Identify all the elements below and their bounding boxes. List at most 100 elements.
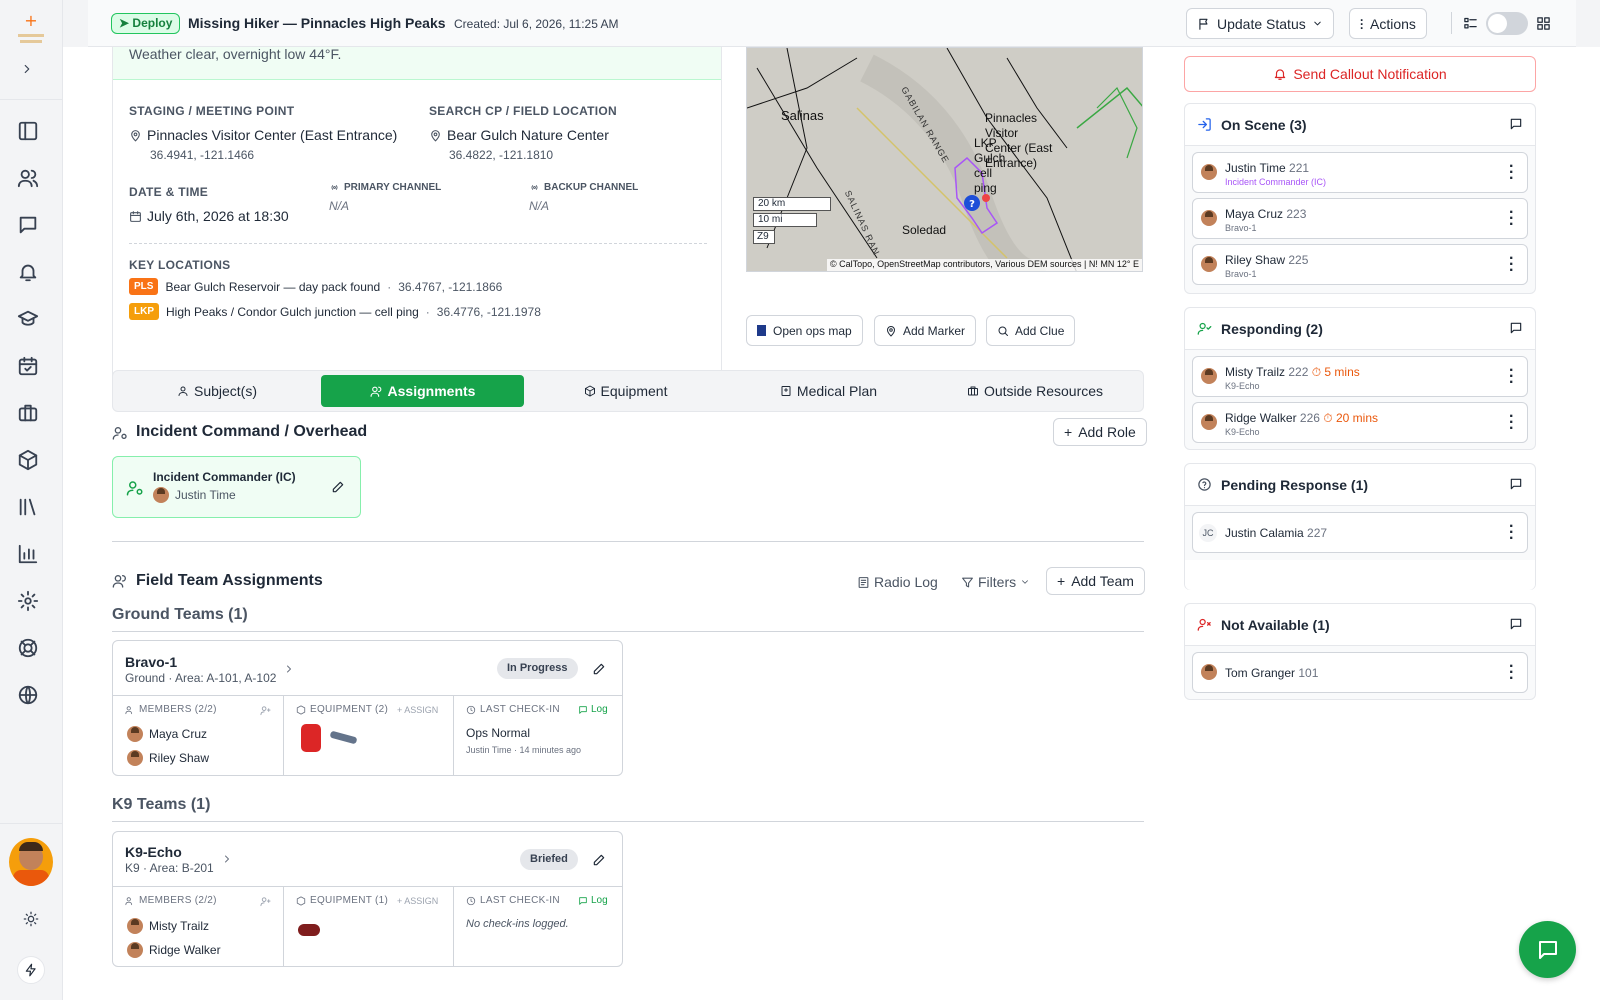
tab-assignments[interactable]: Assignments <box>321 375 524 407</box>
clock-icon <box>466 896 476 905</box>
chat-icon[interactable] <box>17 214 43 240</box>
user-icon <box>178 386 188 396</box>
more-icon[interactable]: · · · <box>1509 205 1514 233</box>
user-avatar[interactable] <box>9 838 53 886</box>
tab-outside-resources[interactable]: Outside Resources <box>930 375 1140 407</box>
bell-icon[interactable] <box>17 261 43 287</box>
list-item[interactable]: Misty Trailz 222 ⏱ 5 mins K9-Echo · · · <box>1192 356 1528 397</box>
grid-view-icon[interactable] <box>1536 16 1551 31</box>
log-button[interactable]: Log <box>578 895 608 906</box>
map-view[interactable]: ? Salinas GABILAN RANGE SALINAS RAN Pinn… <box>746 47 1143 272</box>
bar-chart-icon[interactable] <box>17 543 43 569</box>
more-icon[interactable]: · · · <box>1509 251 1514 279</box>
chat-icon[interactable] <box>1509 617 1523 631</box>
add-team-button[interactable]: + Add Team <box>1046 567 1145 595</box>
chevron-right-icon[interactable] <box>221 853 233 865</box>
filter-icon <box>962 577 973 587</box>
add-role-button[interactable]: + Add Role <box>1053 418 1147 446</box>
topbar: ➤ Deploy Missing Hiker — Pinnacles High … <box>88 0 1576 47</box>
team-member[interactable]: Riley Shaw <box>127 750 209 766</box>
key-location-lkp[interactable]: LKP High Peaks / Condor Gulch junction —… <box>129 303 541 320</box>
ground-teams-title: Ground Teams (1) <box>112 606 248 623</box>
deploy-badge[interactable]: ➤ Deploy <box>111 13 181 34</box>
list-item[interactable]: Maya Cruz 223 Bravo-1 · · · <box>1192 198 1528 239</box>
team-card-bravo-1[interactable]: Bravo-1 Ground · Area: A-101, A-102 In P… <box>112 640 623 776</box>
chat-icon[interactable] <box>1509 321 1523 335</box>
edit-icon[interactable] <box>592 662 606 676</box>
log-in-icon <box>1198 118 1211 131</box>
add-member-icon[interactable] <box>260 896 271 907</box>
globe-icon[interactable] <box>17 684 43 710</box>
map-label-salinas: Salinas <box>781 108 824 123</box>
users-icon[interactable] <box>17 167 43 193</box>
team-card-k9-echo[interactable]: K9-Echo K9 · Area: B-201 Briefed MEMBERS… <box>112 831 623 967</box>
assign-equipment-link[interactable]: + ASSIGN <box>397 896 438 906</box>
radio-handset-icon[interactable] <box>329 730 358 745</box>
page-title: Missing Hiker — Pinnacles High Peaks <box>188 15 446 31</box>
list-item[interactable]: Tom Granger 101 · · · <box>1192 652 1528 693</box>
log-button[interactable]: Log <box>578 704 608 715</box>
more-icon[interactable]: · · · <box>1509 519 1514 547</box>
more-icon[interactable]: · · · <box>1509 159 1514 187</box>
briefcase-icon[interactable] <box>17 402 43 428</box>
actions-button[interactable]: · · · Actions <box>1349 8 1427 39</box>
calendar-check-icon[interactable] <box>17 355 43 381</box>
sidebar-panel-icon[interactable] <box>17 120 43 146</box>
chevron-down-icon <box>1314 21 1321 26</box>
users-icon <box>112 575 126 588</box>
view-toggle[interactable] <box>1486 12 1528 35</box>
list-item[interactable]: Riley Shaw 225 Bravo-1 · · · <box>1192 244 1528 285</box>
ic-role-card[interactable]: Incident Commander (IC) Justin Time <box>112 456 361 518</box>
chevron-right-icon[interactable] <box>283 663 295 675</box>
team-member[interactable]: Ridge Walker <box>127 942 221 958</box>
users-icon <box>125 896 133 905</box>
more-icon[interactable]: · · · <box>1509 363 1514 391</box>
add-clue-button[interactable]: Add Clue <box>986 315 1076 346</box>
chat-icon[interactable] <box>1509 477 1523 491</box>
edit-icon[interactable] <box>592 853 606 867</box>
flag-icon <box>1199 18 1208 30</box>
chat-fab[interactable] <box>1519 921 1576 978</box>
send-callout-button[interactable]: Send Callout Notification <box>1184 56 1536 92</box>
gear-icon[interactable] <box>17 590 43 616</box>
lightning-icon[interactable] <box>17 956 45 984</box>
more-icon[interactable]: · · · <box>1509 409 1514 437</box>
key-location-pls[interactable]: PLS Bear Gulch Reservoir — day pack foun… <box>129 278 502 295</box>
lifebuoy-icon[interactable] <box>17 637 43 663</box>
tab-equipment[interactable]: Equipment <box>524 375 727 407</box>
users-icon <box>125 705 133 714</box>
graduation-cap-icon[interactable] <box>17 308 43 334</box>
list-item[interactable]: Ridge Walker 226 ⏱ 20 mins K9-Echo · · · <box>1192 402 1528 443</box>
user-cog-icon <box>112 427 127 440</box>
team-member[interactable]: Misty Trailz <box>127 918 209 934</box>
package-icon <box>584 385 595 397</box>
filters-button[interactable]: Filters <box>961 574 1030 590</box>
sun-icon[interactable] <box>23 911 49 937</box>
more-icon[interactable]: · · · <box>1509 659 1514 687</box>
list-view-icon[interactable] <box>1463 16 1478 31</box>
library-icon[interactable] <box>17 496 43 522</box>
add-marker-button[interactable]: Add Marker <box>874 315 977 346</box>
team-member[interactable]: Maya Cruz <box>127 726 207 742</box>
update-status-button[interactable]: Update Status <box>1186 8 1334 39</box>
dog-vest-icon[interactable] <box>298 924 320 936</box>
list-item[interactable]: JC Justin Calamia 227 · · · <box>1192 512 1528 553</box>
add-member-icon[interactable] <box>260 705 271 716</box>
more-vertical-icon: · · · <box>1360 12 1364 35</box>
assign-equipment-link[interactable]: + ASSIGN <box>397 705 438 715</box>
tab-medical-plan[interactable]: Medical Plan <box>727 375 930 407</box>
radio-log-button[interactable]: Radio Log <box>857 574 938 590</box>
avatar <box>1201 664 1217 680</box>
package-icon <box>296 704 306 715</box>
list-item[interactable]: Justin Time 221 Incident Commander (IC) · ·… <box>1192 152 1528 193</box>
radio-icon <box>531 185 538 190</box>
members-column: MEMBERS (2/2) Misty Trailz Ridge Walker <box>113 886 283 967</box>
tab-subjects[interactable]: Subject(s) <box>117 375 317 407</box>
staging-coords: 36.4941, -121.1466 <box>150 148 255 162</box>
edit-icon[interactable] <box>331 480 345 494</box>
backpack-icon[interactable] <box>301 724 321 752</box>
expand-chevron-icon[interactable] <box>20 62 46 88</box>
package-icon[interactable] <box>17 449 43 475</box>
chat-icon[interactable] <box>1509 117 1523 131</box>
open-ops-map-button[interactable]: Open ops map <box>746 315 863 346</box>
